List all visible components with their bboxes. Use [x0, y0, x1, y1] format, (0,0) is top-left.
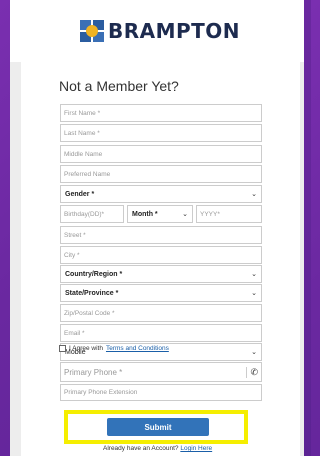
- phone-extension-field[interactable]: Primary Phone Extension: [60, 384, 262, 401]
- gender-selected: Gender *: [65, 190, 95, 198]
- chevron-down-icon: ⌄: [251, 290, 257, 297]
- brampton-logo-icon: [79, 20, 104, 42]
- signup-card: Not a Member Yet? First Name * Last Name…: [21, 62, 300, 456]
- last-name-field[interactable]: Last Name *: [60, 124, 262, 142]
- middle-name-field[interactable]: Middle Name: [60, 145, 262, 163]
- birthday-day-placeholder: Birthday(DD)*: [64, 210, 105, 218]
- email-placeholder: Email *: [64, 329, 85, 337]
- phone-extension-placeholder: Primary Phone Extension: [64, 389, 138, 396]
- month-select[interactable]: Month * ⌄: [127, 205, 193, 223]
- country-select[interactable]: Country/Region * ⌄: [60, 265, 262, 283]
- middle-name-placeholder: Middle Name: [64, 150, 103, 158]
- last-name-placeholder: Last Name *: [64, 129, 100, 137]
- year-placeholder: YYYY*: [200, 210, 220, 218]
- primary-phone-field[interactable]: Primary Phone * ✆: [60, 362, 262, 382]
- first-name-field[interactable]: First Name *: [60, 104, 262, 122]
- agree-label: I Agree with: [69, 345, 103, 352]
- already-account-text: Already have an Account?: [103, 445, 179, 452]
- login-prompt: Already have an Account? Login Here: [103, 445, 212, 452]
- preferred-name-field[interactable]: Preferred Name: [60, 165, 262, 183]
- chevron-down-icon: ⌄: [182, 211, 188, 218]
- year-field[interactable]: YYYY*: [196, 205, 262, 223]
- city-field[interactable]: City *: [60, 246, 262, 264]
- zip-field[interactable]: Zip/Postal Code *: [60, 304, 262, 322]
- month-selected: Month *: [132, 210, 158, 218]
- primary-phone-placeholder: Primary Phone *: [64, 367, 123, 377]
- email-field[interactable]: Email *: [60, 324, 262, 342]
- site-header: BRAMPTON: [10, 0, 304, 62]
- street-field[interactable]: Street *: [60, 226, 262, 244]
- state-select[interactable]: State/Province * ⌄: [60, 284, 262, 302]
- first-name-placeholder: First Name *: [64, 109, 101, 117]
- page-title: Not a Member Yet?: [59, 78, 179, 94]
- terms-link[interactable]: Terms and Conditions: [106, 345, 169, 352]
- chevron-down-icon: ⌄: [251, 349, 257, 356]
- birthday-day-field[interactable]: Birthday(DD)*: [60, 205, 124, 223]
- terms-agreement: I Agree with Terms and Conditions: [59, 345, 169, 352]
- chevron-down-icon: ⌄: [251, 271, 257, 278]
- brampton-logo[interactable]: BRAMPTON: [79, 19, 241, 43]
- terms-checkbox[interactable]: [59, 345, 66, 352]
- street-placeholder: Street *: [64, 231, 86, 239]
- chevron-down-icon: ⌄: [251, 191, 257, 198]
- state-selected: State/Province *: [65, 289, 119, 297]
- login-link[interactable]: Login Here: [180, 445, 212, 452]
- preferred-name-placeholder: Preferred Name: [64, 170, 111, 178]
- submit-button[interactable]: Submit: [107, 418, 209, 436]
- gender-select[interactable]: Gender * ⌄: [60, 185, 262, 203]
- city-placeholder: City *: [64, 251, 80, 259]
- zip-placeholder: Zip/Postal Code *: [64, 309, 115, 317]
- phone-icon[interactable]: ✆: [246, 366, 258, 378]
- country-selected: Country/Region *: [65, 270, 123, 278]
- brand-name: BRAMPTON: [107, 19, 241, 43]
